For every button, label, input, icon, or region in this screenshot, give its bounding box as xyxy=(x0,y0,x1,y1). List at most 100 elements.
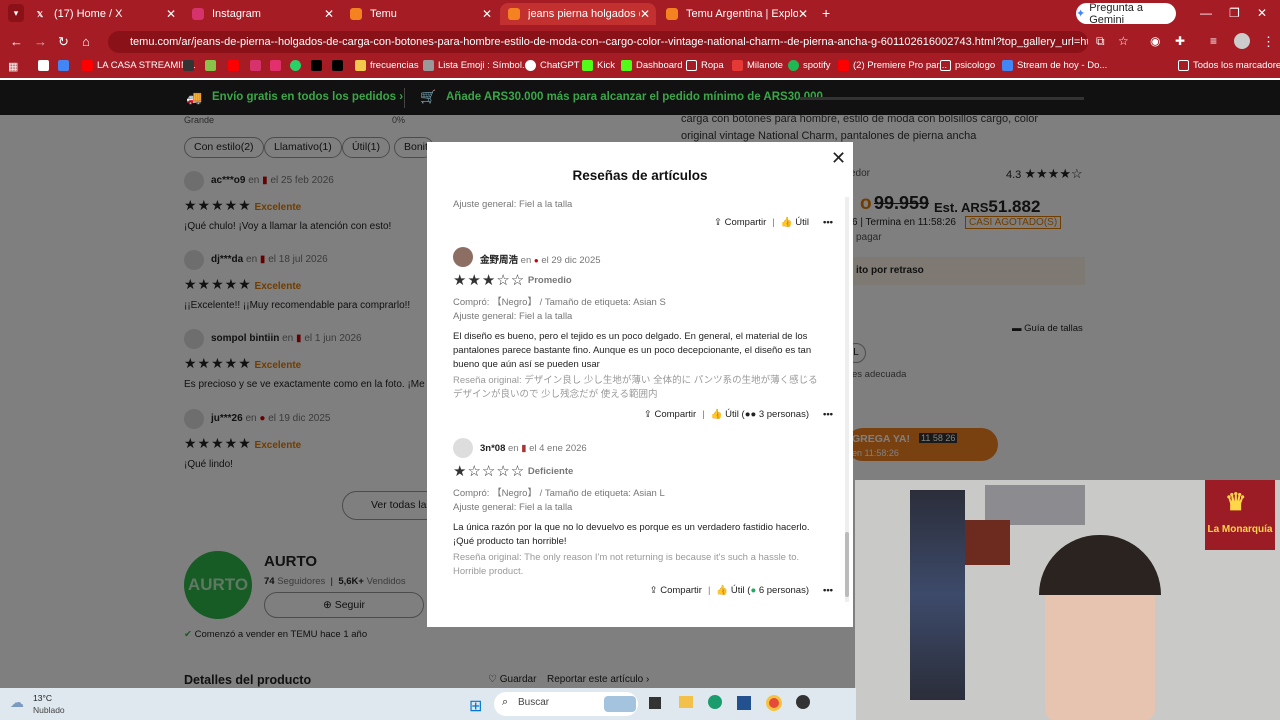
review-author: 3n*08 en ▮ el 4 ene 2026 xyxy=(480,443,587,454)
webcam-overlay: ♛ La Monarquía xyxy=(855,480,1280,720)
file-explorer-icon[interactable] xyxy=(679,696,693,708)
review-text: La única razón por la que no lo devuelvo… xyxy=(453,522,810,547)
more-options-icon[interactable]: ••• xyxy=(823,409,833,420)
review-author: 金野周浩 en ● el 29 dic 2025 xyxy=(480,255,601,266)
useful-button[interactable]: 👍 Útil (● 6 personas) xyxy=(716,585,809,596)
bookmark-label: frecuencias xyxy=(370,60,419,71)
task-view-icon[interactable] xyxy=(649,697,661,709)
reload-icon[interactable]: ↻ xyxy=(58,34,69,50)
temu-icon xyxy=(350,8,362,20)
maximize-icon[interactable]: ❐ xyxy=(1229,6,1240,20)
bookmark-icon-item[interactable] xyxy=(205,60,216,71)
useful-button[interactable]: 👍 Útil (●● 3 personas) xyxy=(711,409,809,420)
bookmark-item[interactable]: (2) Premiere Pro par... xyxy=(838,60,947,71)
x-icon[interactable] xyxy=(311,60,322,71)
truck-icon: 🚚 xyxy=(186,90,203,105)
instagram-icon[interactable] xyxy=(270,60,281,71)
crown-icon: ♛ xyxy=(1225,489,1247,516)
modal-scrollbar[interactable] xyxy=(845,197,849,602)
whatsapp-icon[interactable] xyxy=(290,60,301,71)
profile-avatar[interactable] xyxy=(1234,33,1250,49)
tiktok-icon[interactable] xyxy=(332,60,343,71)
windows-taskbar: ☁ 13°C Nublado ⊞ ⌕ Buscar xyxy=(0,688,856,720)
windows-start-icon[interactable]: ⊞ xyxy=(469,696,482,716)
edge-icon[interactable] xyxy=(708,695,722,709)
bookmark-folder[interactable]: Ropa xyxy=(686,60,724,71)
close-tab-icon[interactable]: ✕ xyxy=(482,7,492,21)
extension-icon[interactable]: ◉ xyxy=(1150,34,1160,48)
close-tab-icon[interactable]: ✕ xyxy=(798,7,808,21)
close-tab-icon[interactable]: ✕ xyxy=(166,7,176,21)
new-tab-plus-icon[interactable]: + xyxy=(822,5,830,21)
share-button[interactable]: ⇪ Compartir xyxy=(714,217,766,228)
close-tab-icon[interactable]: ✕ xyxy=(324,7,334,21)
bookmark-folder[interactable]: psicologo xyxy=(940,60,995,71)
bookmark-label: Stream de hoy - Do... xyxy=(1017,60,1108,71)
bookmark-star-icon[interactable]: ☆ xyxy=(1118,34,1129,48)
bookmark-item[interactable]: LA CASA STREAMIN... xyxy=(82,60,196,71)
tab-x[interactable]: 𝕏 (17) Home / X ✕ xyxy=(26,3,182,25)
review-purchase-info: Compró: 【Negro】 / Tamaño de etiqueta: As… xyxy=(453,488,665,499)
forward-arrow-icon[interactable]: → xyxy=(34,34,47,49)
bookmark-label: Todos los marcadores xyxy=(1193,60,1280,71)
menu-dots-icon[interactable]: ⋮ xyxy=(1262,34,1275,50)
browser-toolbar: ← → ↻ ⌂ temu.com/ar/jeans-de-pierna--hol… xyxy=(0,28,1280,56)
youtube-icon[interactable] xyxy=(228,60,239,71)
bookmark-item[interactable]: ChatGPT xyxy=(525,60,580,71)
min-order-progress xyxy=(800,97,1084,100)
free-shipping-link[interactable]: Envío gratis en todos los pedidos › xyxy=(212,91,403,103)
minimize-icon[interactable]: — xyxy=(1200,6,1212,20)
bookmark-item[interactable]: Stream de hoy - Do... xyxy=(1002,60,1107,71)
bookmark-icon-item[interactable] xyxy=(250,60,261,71)
review-original: Reseña original: The only reason I'm not… xyxy=(453,552,800,577)
bookmark-item[interactable]: Kick xyxy=(582,60,615,71)
bookmark-label: ChatGPT xyxy=(540,60,580,71)
close-tab-icon[interactable]: ✕ xyxy=(640,7,650,21)
review-item: 3n*08 en ▮ el 4 ene 2026 ★☆☆☆☆ Deficient… xyxy=(453,438,833,608)
review-actions: ⇪ Compartir | 👍 Útil (● 6 personas) ••• xyxy=(649,585,833,596)
obs-icon[interactable] xyxy=(796,695,810,709)
bookmark-icon-item[interactable] xyxy=(183,60,194,71)
all-bookmarks-folder[interactable]: Todos los marcadores xyxy=(1178,60,1280,71)
review-item: 金野周浩 en ● el 29 dic 2025 ★★★☆☆ Promedio … xyxy=(453,247,833,420)
useful-button[interactable]: 👍 Útil xyxy=(781,217,809,228)
search-highlight-icon xyxy=(604,696,636,712)
share-icon: ⇪ xyxy=(714,217,722,228)
docs-icon[interactable] xyxy=(58,60,69,71)
store-icon[interactable] xyxy=(737,696,751,710)
extensions-puzzle-icon[interactable]: ✚ xyxy=(1175,34,1185,48)
address-bar[interactable]: temu.com/ar/jeans-de-pierna--holgados-de… xyxy=(108,31,1088,53)
close-window-icon[interactable]: ✕ xyxy=(1257,6,1267,20)
bookmark-item[interactable]: Dashboard xyxy=(621,60,682,71)
ask-gemini-button[interactable]: ✦ Pregunta a Gemini xyxy=(1076,2,1176,26)
more-options-icon[interactable]: ••• xyxy=(823,217,833,228)
close-icon[interactable]: ✕ xyxy=(831,148,846,169)
browser-tab-strip: ▾ 𝕏 (17) Home / X ✕ Instagram ✕ Temu ✕ j… xyxy=(0,0,1280,28)
tab-label: Temu Argentina | Explore the La xyxy=(686,8,798,20)
bookmark-item[interactable]: Lista Emoji : Símbol... xyxy=(423,60,530,71)
gmail-icon[interactable] xyxy=(38,60,49,71)
chrome-icon[interactable] xyxy=(766,695,782,711)
bookmark-item[interactable]: frecuencias xyxy=(355,60,419,71)
home-icon[interactable]: ⌂ xyxy=(82,34,90,49)
gemini-icon: ✦ xyxy=(1076,8,1086,20)
avatar xyxy=(453,247,473,267)
tab-search-button[interactable]: ▾ xyxy=(8,4,24,22)
share-icon: ⇪ xyxy=(643,409,652,420)
back-arrow-icon[interactable]: ← xyxy=(10,34,23,49)
apps-grid-icon[interactable]: ▦ xyxy=(8,60,18,73)
tab-temu-argentina[interactable]: Temu Argentina | Explore the La ✕ xyxy=(658,3,814,25)
bookmark-item[interactable]: spotify xyxy=(788,60,830,71)
install-app-icon[interactable]: ⧉ xyxy=(1096,34,1105,49)
tab-instagram[interactable]: Instagram ✕ xyxy=(184,3,340,25)
media-icon[interactable]: ≡ xyxy=(1210,34,1217,48)
share-button[interactable]: ⇪ Compartir xyxy=(650,585,702,596)
bookmark-item[interactable]: Milanote xyxy=(732,60,783,71)
tab-temu[interactable]: Temu ✕ xyxy=(342,3,498,25)
tab-jeans-active[interactable]: jeans pierna holgados carga bo ✕ xyxy=(500,3,656,25)
more-options-icon[interactable]: ••• xyxy=(823,585,833,596)
thumbs-up-icon: 👍 xyxy=(710,409,723,420)
bookmark-label: spotify xyxy=(803,60,831,71)
share-button[interactable]: ⇪ Compartir xyxy=(644,409,696,420)
scrollbar-thumb[interactable] xyxy=(845,532,849,597)
